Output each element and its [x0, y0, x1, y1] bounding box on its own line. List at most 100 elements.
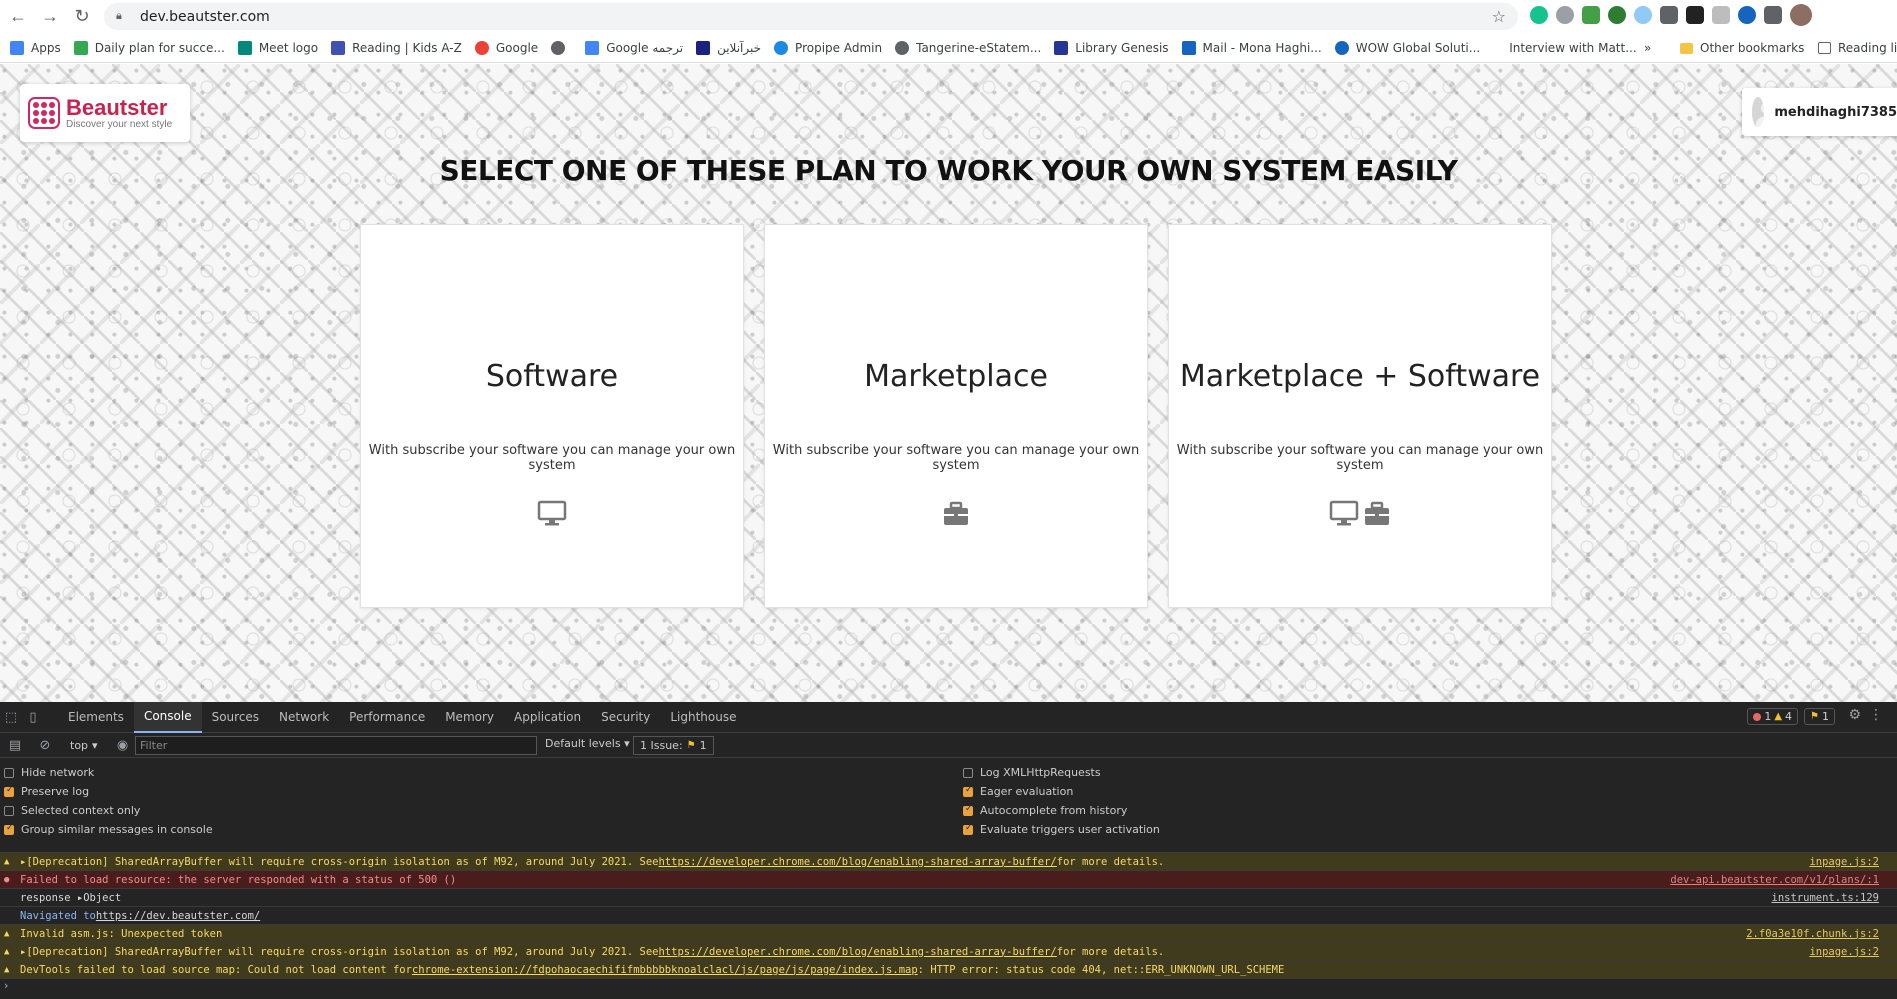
tab-performance[interactable]: Performance [339, 702, 435, 733]
live-expression-eye-icon[interactable]: ◉ [112, 734, 134, 756]
other-bookmarks[interactable]: Other bookmarks [1680, 33, 1804, 62]
extension-icon[interactable] [1738, 6, 1756, 24]
warning-icon: ▲ [4, 946, 10, 957]
setting-log-xhr[interactable]: Log XMLHttpRequests [963, 766, 1101, 779]
bookmark-item[interactable]: Interview with Matt... [1509, 41, 1636, 55]
context-selector[interactable]: top ▾ [64, 739, 104, 752]
console-prompt-input[interactable]: › [0, 979, 1897, 997]
console-message: Navigated to https://dev.beautster.com/ [0, 907, 1897, 925]
checkbox[interactable] [963, 804, 973, 816]
console-counts[interactable]: 1 ▲ 4 ⚑ 1 [1747, 708, 1835, 725]
tab-memory[interactable]: Memory [435, 702, 504, 733]
tab-security[interactable]: Security [591, 702, 660, 733]
setting-autocomplete-history[interactable]: Autocomplete from history [963, 804, 1127, 817]
plan-card-marketplace[interactable]: Marketplace With subscribe your software… [764, 224, 1148, 608]
checkbox[interactable] [963, 767, 973, 778]
sidebar-toggle-icon[interactable]: ▤ [4, 734, 26, 756]
bookmark-star-icon[interactable]: ☆ [1492, 7, 1506, 27]
tab-console[interactable]: Console [133, 701, 202, 733]
extension-icon[interactable] [1686, 6, 1704, 24]
extension-icon[interactable] [1556, 6, 1574, 24]
console-messages: ▲ ▸[Deprecation] SharedArrayBuffer will r… [0, 853, 1897, 997]
bookmark-item[interactable] [551, 40, 572, 55]
bookmark-item[interactable]: Tangerine-eStatem... [895, 40, 1041, 55]
setting-selected-context-only[interactable]: Selected context only [4, 804, 140, 817]
bookmark-item[interactable]: Reading | Kids A-Z [331, 40, 462, 55]
device-toolbar-icon[interactable]: ▯ [22, 706, 44, 728]
more-options-icon[interactable]: ⋮ [1869, 707, 1883, 723]
folder-icon [1680, 42, 1693, 54]
setting-evaluate-triggers[interactable]: Evaluate triggers user activation [963, 823, 1160, 836]
logo-text: Beautster Discover your next style [66, 96, 173, 130]
tab-application[interactable]: Application [504, 702, 591, 733]
checkbox[interactable] [963, 823, 973, 835]
message-source-link[interactable]: 2.f0a3e10f.chunk.js:2 [1746, 928, 1879, 940]
checkbox[interactable] [4, 767, 14, 778]
user-menu[interactable]: mehdihaghi7385 [1742, 88, 1897, 136]
message-link[interactable]: https://developer.chrome.com/blog/enabli… [658, 946, 1056, 958]
plan-card-marketplace-software[interactable]: Marketplace + Software With subscribe yo… [1168, 224, 1552, 608]
issues-count: 1 [1822, 710, 1829, 723]
setting-preserve-log[interactable]: Preserve log [4, 785, 89, 798]
bookmark-apps[interactable]: Apps [10, 40, 61, 55]
bookmark-item[interactable]: Library Genesis [1054, 40, 1169, 55]
checkbox[interactable] [963, 785, 973, 797]
camera-extension-icon[interactable] [1660, 6, 1678, 24]
cloud-extension-icon[interactable] [1634, 6, 1652, 24]
logo-tagline: Discover your next style [66, 118, 173, 130]
message-source-link[interactable]: dev-api.beautster.com/v1/plans/:1 [1670, 874, 1879, 886]
setting-group-similar[interactable]: Group similar messages in console [4, 823, 213, 836]
bookmark-item[interactable]: Daily plan for succe... [73, 40, 225, 55]
message-source-link[interactable]: instrument.ts:129 [1772, 892, 1879, 904]
message-link[interactable]: https://developer.chrome.com/blog/enabli… [658, 856, 1056, 868]
bookmark-item[interactable]: Mail - Mona Haghi... [1181, 40, 1322, 55]
message-link[interactable]: chrome-extension://fdpohaocaechififmbbbb… [412, 964, 918, 976]
bookmark-label: Propipe Admin [795, 40, 883, 55]
address-bar[interactable]: 🔒︎ dev.beautster.com ☆ [104, 3, 1518, 30]
more-bookmarks-chevron-icon[interactable]: » [1644, 33, 1651, 62]
message-source-link[interactable]: inpage.js:2 [1809, 946, 1879, 958]
bookmark-item[interactable]: خبرآنلاین [696, 40, 761, 55]
profile-avatar[interactable] [1790, 4, 1812, 26]
clear-console-icon[interactable]: ⊘ [34, 734, 56, 756]
tab-sources[interactable]: Sources [202, 702, 269, 733]
issues-button[interactable]: 1 Issue: ⚑ 1 [633, 736, 714, 755]
tab-lighthouse[interactable]: Lighthouse [660, 702, 746, 733]
extension-icon[interactable] [1582, 6, 1600, 24]
extension-icon[interactable] [1712, 6, 1730, 24]
puzzle-extensions-icon[interactable] [1764, 6, 1782, 24]
issues-counter[interactable]: ⚑ 1 [1804, 708, 1835, 725]
grammarly-extension-icon[interactable] [1530, 6, 1548, 24]
setting-hide-network[interactable]: Hide network [4, 766, 94, 779]
bookmark-item[interactable]: Google [474, 40, 538, 55]
checkbox[interactable] [4, 805, 14, 816]
checkbox[interactable] [4, 823, 14, 835]
console-message: ▲ ▸[Deprecation] SharedArrayBuffer will r… [0, 943, 1897, 961]
bookmark-item[interactable]: Google ترجمه [585, 40, 683, 55]
console-filter-input[interactable]: Filter [135, 736, 537, 755]
reading-list-icon [1818, 42, 1831, 54]
evernote-extension-icon[interactable] [1608, 6, 1626, 24]
reading-list[interactable]: Reading list [1818, 33, 1897, 62]
message-source-link[interactable]: inpage.js:2 [1809, 856, 1879, 868]
tab-network[interactable]: Network [269, 702, 339, 733]
setting-eager-evaluation[interactable]: Eager evaluation [963, 785, 1073, 798]
filter-placeholder: Filter [140, 739, 168, 752]
inspect-element-icon[interactable]: ⬚ [0, 706, 22, 728]
bookmark-item[interactable]: WOW Global Soluti... [1334, 40, 1480, 55]
lock-icon[interactable]: 🔒︎ [116, 10, 128, 24]
plan-card-software[interactable]: Software With subscribe your software yo… [360, 224, 744, 608]
error-warning-counter[interactable]: 1 ▲ 4 [1747, 708, 1799, 725]
back-arrow-icon[interactable]: ← [3, 1, 33, 31]
console-message[interactable]: response ▸Object instrument.ts:129 [0, 889, 1897, 907]
settings-gear-icon[interactable]: ⚙ [1848, 707, 1861, 723]
bookmark-item[interactable]: Propipe Admin [774, 40, 883, 55]
tab-elements[interactable]: Elements [58, 702, 134, 733]
checkbox[interactable] [4, 785, 14, 797]
reload-icon[interactable]: ↻ [67, 1, 97, 31]
logo[interactable]: Beautster Discover your next style [20, 84, 190, 142]
forward-arrow-icon[interactable]: → [35, 1, 65, 31]
message-link[interactable]: https://dev.beautster.com/ [96, 910, 260, 922]
log-levels-dropdown[interactable]: Default levels ▾ [545, 737, 630, 750]
bookmark-item[interactable]: Meet logo [237, 40, 318, 55]
